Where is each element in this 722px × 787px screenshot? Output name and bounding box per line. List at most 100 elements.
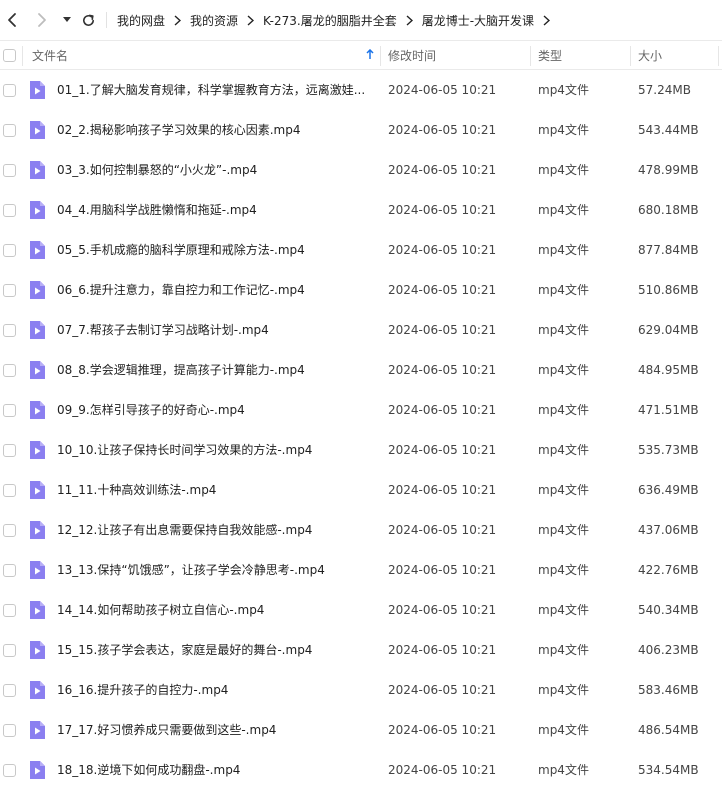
breadcrumb-item[interactable]: 我的资源 xyxy=(190,12,238,29)
breadcrumb-chevron-icon xyxy=(406,14,413,26)
file-name[interactable]: 01_1.了解大脑发育规律，科学掌握教育方法，远离激娃... xyxy=(57,70,367,110)
file-size: 57.24MB xyxy=(638,83,691,97)
column-divider xyxy=(718,46,719,66)
file-row-checkbox[interactable] xyxy=(3,164,16,177)
file-row[interactable]: 05_5.手机成瘾的脑科学原理和戒除方法-.mp4 2024-06-05 10:2… xyxy=(0,230,722,270)
column-header-name[interactable]: 文件名 xyxy=(32,41,378,69)
select-all-checkbox[interactable] xyxy=(3,48,16,62)
video-file-icon xyxy=(30,481,45,499)
file-modified-time: 2024-06-05 10:21 xyxy=(388,683,497,697)
file-row[interactable]: 01_1.了解大脑发育规律，科学掌握教育方法，远离激娃... 2024-06-05… xyxy=(0,70,722,110)
file-name[interactable]: 17_17.好习惯养成只需要做到这些-.mp4 xyxy=(57,710,367,750)
breadcrumb-chevron-icon xyxy=(543,14,551,26)
file-name[interactable]: 09_9.怎样引导孩子的好奇心-.mp4 xyxy=(57,390,367,430)
file-size: 629.04MB xyxy=(638,323,699,337)
file-row[interactable]: 10_10.让孩子保持长时间学习效果的方法-.mp4 2024-06-05 10:… xyxy=(0,430,722,470)
file-type: mp4文件 xyxy=(538,483,589,497)
file-row-checkbox[interactable] xyxy=(3,364,16,377)
file-size: 534.54MB xyxy=(638,763,699,777)
file-size: 636.49MB xyxy=(638,483,699,497)
file-modified-time: 2024-06-05 10:21 xyxy=(388,643,497,657)
file-row-checkbox[interactable] xyxy=(3,484,16,497)
file-name[interactable]: 02_2.揭秘影响孩子学习效果的核心因素.mp4 xyxy=(57,110,367,150)
breadcrumb-item[interactable]: 屠龙博士-大脑开发课 xyxy=(422,12,534,29)
column-header-time[interactable]: 修改时间 xyxy=(388,41,436,69)
column-header-size[interactable]: 大小 xyxy=(638,41,662,69)
file-row[interactable]: 18_18.逆境下如何成功翻盘-.mp4 2024-06-05 10:21 mp4文… xyxy=(0,750,722,787)
file-row[interactable]: 15_15.孩子学会表达，家庭是最好的舞台-.mp4 2024-06-05 10:… xyxy=(0,630,722,670)
file-row[interactable]: 09_9.怎样引导孩子的好奇心-.mp4 2024-06-05 10:21 mp4文… xyxy=(0,390,722,430)
file-row-checkbox[interactable] xyxy=(3,644,16,657)
file-row-checkbox[interactable] xyxy=(3,524,16,537)
file-row-checkbox[interactable] xyxy=(3,684,16,697)
video-file-icon xyxy=(30,361,45,379)
file-name[interactable]: 14_14.如何帮助孩子树立自信心-.mp4 xyxy=(57,590,367,630)
file-row[interactable]: 08_8.学会逻辑推理，提高孩子计算能力-.mp4 2024-06-05 10:2… xyxy=(0,350,722,390)
video-file-icon xyxy=(30,81,45,99)
video-file-icon xyxy=(30,721,45,739)
video-file-icon xyxy=(30,121,45,139)
file-row-checkbox[interactable] xyxy=(3,764,16,777)
column-divider xyxy=(380,46,381,66)
column-divider xyxy=(630,46,631,66)
file-row[interactable]: 16_16.提升孩子的自控力-.mp4 2024-06-05 10:21 mp4文件… xyxy=(0,670,722,710)
file-size: 583.46MB xyxy=(638,683,699,697)
file-name[interactable]: 13_13.保持“饥饿感”，让孩子学会冷静思考-.mp4 xyxy=(57,550,367,590)
file-row[interactable]: 12_12.让孩子有出息需要保持自我效能感-.mp4 2024-06-05 10:… xyxy=(0,510,722,550)
file-name[interactable]: 06_6.提升注意力，靠自控力和工作记忆-.mp4 xyxy=(57,270,367,310)
file-row-checkbox[interactable] xyxy=(3,604,16,617)
back-button[interactable] xyxy=(0,8,24,32)
video-file-icon xyxy=(30,401,45,419)
column-header-size-label: 大小 xyxy=(638,48,663,63)
file-row[interactable]: 17_17.好习惯养成只需要做到这些-.mp4 2024-06-05 10:21 m… xyxy=(0,710,722,750)
file-row[interactable]: 11_11.十种高效训练法-.mp4 2024-06-05 10:21 mp4文件 6… xyxy=(0,470,722,510)
file-row[interactable]: 06_6.提升注意力，靠自控力和工作记忆-.mp4 2024-06-05 10:2… xyxy=(0,270,722,310)
file-name[interactable]: 08_8.学会逻辑推理，提高孩子计算能力-.mp4 xyxy=(57,350,367,390)
refresh-button[interactable] xyxy=(76,8,100,32)
file-name[interactable]: 15_15.孩子学会表达，家庭是最好的舞台-.mp4 xyxy=(57,630,367,670)
file-type: mp4文件 xyxy=(538,763,589,777)
file-modified-time: 2024-06-05 10:21 xyxy=(388,723,497,737)
file-name[interactable]: 16_16.提升孩子的自控力-.mp4 xyxy=(57,670,367,710)
column-header-type[interactable]: 类型 xyxy=(538,41,562,69)
forward-button[interactable] xyxy=(30,8,54,32)
file-row-checkbox[interactable] xyxy=(3,124,16,137)
file-type: mp4文件 xyxy=(538,163,589,177)
file-modified-time: 2024-06-05 10:21 xyxy=(388,163,497,177)
file-name[interactable]: 03_3.如何控制暴怒的“小火龙”-.mp4 xyxy=(57,150,367,190)
video-file-icon xyxy=(30,601,45,619)
file-row[interactable]: 03_3.如何控制暴怒的“小火龙”-.mp4 2024-06-05 10:21 mp… xyxy=(0,150,722,190)
file-row-checkbox[interactable] xyxy=(3,284,16,297)
sort-arrow-up-icon[interactable] xyxy=(366,48,374,63)
history-dropdown-button[interactable] xyxy=(60,8,74,32)
file-row-checkbox[interactable] xyxy=(3,324,16,337)
file-row-checkbox[interactable] xyxy=(3,204,16,217)
file-row-checkbox[interactable] xyxy=(3,444,16,457)
file-name[interactable]: 18_18.逆境下如何成功翻盘-.mp4 xyxy=(57,750,367,787)
file-name[interactable]: 11_11.十种高效训练法-.mp4 xyxy=(57,470,367,510)
file-row-checkbox[interactable] xyxy=(3,724,16,737)
file-name[interactable]: 04_4.用脑科学战胜懒惰和拖延-.mp4 xyxy=(57,190,367,230)
file-row[interactable]: 13_13.保持“饥饿感”，让孩子学会冷静思考-.mp4 2024-06-05 1… xyxy=(0,550,722,590)
file-name[interactable]: 05_5.手机成瘾的脑科学原理和戒除方法-.mp4 xyxy=(57,230,367,270)
breadcrumb-item[interactable]: K-273.屠龙的胭脂井全套 xyxy=(263,12,397,29)
file-modified-time: 2024-06-05 10:21 xyxy=(388,763,497,777)
column-divider xyxy=(22,46,23,66)
file-row-checkbox[interactable] xyxy=(3,84,16,97)
file-type: mp4文件 xyxy=(538,403,589,417)
file-row-checkbox[interactable] xyxy=(3,244,16,257)
file-row[interactable]: 07_7.帮孩子去制订学习战略计划-.mp4 2024-06-05 10:21 mp… xyxy=(0,310,722,350)
file-size: 877.84MB xyxy=(638,243,699,257)
file-name[interactable]: 07_7.帮孩子去制订学习战略计划-.mp4 xyxy=(57,310,367,350)
column-header-time-label: 修改时间 xyxy=(388,48,437,63)
file-row-checkbox[interactable] xyxy=(3,404,16,417)
file-row-checkbox[interactable] xyxy=(3,564,16,577)
breadcrumb-item[interactable]: 我的网盘 xyxy=(117,12,165,29)
file-row[interactable]: 14_14.如何帮助孩子树立自信心-.mp4 2024-06-05 10:21 mp… xyxy=(0,590,722,630)
file-row[interactable]: 02_2.揭秘影响孩子学习效果的核心因素.mp4 2024-06-05 10:21… xyxy=(0,110,722,150)
file-size: 437.06MB xyxy=(638,523,699,537)
file-name[interactable]: 10_10.让孩子保持长时间学习效果的方法-.mp4 xyxy=(57,430,367,470)
file-name[interactable]: 12_12.让孩子有出息需要保持自我效能感-.mp4 xyxy=(57,510,367,550)
file-row[interactable]: 04_4.用脑科学战胜懒惰和拖延-.mp4 2024-06-05 10:21 mp4… xyxy=(0,190,722,230)
column-divider xyxy=(530,46,531,66)
